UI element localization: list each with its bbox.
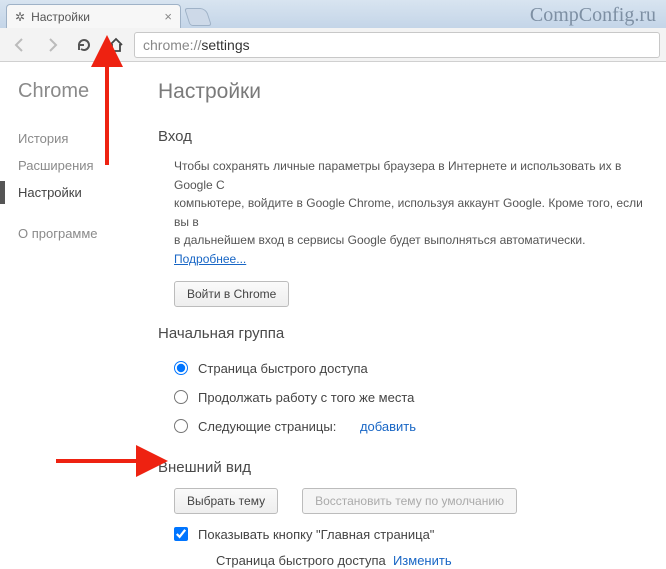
- home-subrow: Страница быстрого доступа Изменить: [174, 553, 656, 568]
- new-tab-button[interactable]: [184, 8, 212, 26]
- show-home-checkbox[interactable]: [174, 527, 188, 541]
- show-home-option[interactable]: Показывать кнопку "Главная страница": [174, 520, 656, 549]
- sidebar-item-settings[interactable]: Настройки: [18, 179, 130, 206]
- startup-option-newtab[interactable]: Страница быстрого доступа: [174, 354, 656, 383]
- startup-option-continue[interactable]: Продолжать работу с того же места: [174, 383, 656, 412]
- brand: Chrome: [18, 80, 130, 103]
- back-button[interactable]: [6, 32, 34, 58]
- url-prefix: chrome://: [143, 37, 201, 53]
- reload-button[interactable]: [70, 32, 98, 58]
- signin-heading: Вход: [158, 128, 656, 145]
- sidebar-item-about[interactable]: О программе: [18, 220, 130, 247]
- reset-theme-button: Восстановить тему по умолчанию: [302, 488, 517, 514]
- address-bar[interactable]: chrome://settings: [134, 32, 660, 58]
- appearance-options: Показывать кнопку "Главная страница" Стр…: [158, 520, 656, 569]
- signin-more-link[interactable]: Подробнее...: [174, 252, 246, 266]
- sidebar-item-history[interactable]: История: [18, 125, 130, 152]
- sidebar-item-extensions[interactable]: Расширения: [18, 152, 130, 179]
- page-title: Настройки: [158, 80, 656, 104]
- toolbar: chrome://settings: [0, 28, 666, 62]
- home-button[interactable]: [102, 32, 130, 58]
- startup-heading: Начальная группа: [158, 325, 656, 342]
- appearance-heading: Внешний вид: [158, 459, 656, 476]
- url-path: settings: [201, 37, 249, 53]
- startup-radio-newtab[interactable]: [174, 361, 188, 375]
- home-change-link[interactable]: Изменить: [393, 553, 452, 569]
- tab-title: Настройки: [31, 10, 90, 24]
- signin-button[interactable]: Войти в Chrome: [174, 281, 289, 307]
- startup-radio-continue[interactable]: [174, 390, 188, 404]
- startup-add-link[interactable]: добавить: [360, 419, 416, 434]
- startup-radio-pages[interactable]: [174, 419, 188, 433]
- signin-description: Чтобы сохранять личные параметры браузер…: [158, 157, 656, 269]
- startup-option-pages[interactable]: Следующие страницы: добавить: [174, 412, 656, 441]
- startup-options: Страница быстрого доступа Продолжать раб…: [158, 354, 656, 441]
- close-icon[interactable]: ×: [164, 9, 172, 24]
- tab-strip: ✲ Настройки ×: [0, 0, 666, 28]
- sidebar: Chrome История Расширения Настройки О пр…: [0, 62, 130, 569]
- choose-theme-button[interactable]: Выбрать тему: [174, 488, 278, 514]
- forward-button[interactable]: [38, 32, 66, 58]
- tab-settings[interactable]: ✲ Настройки ×: [6, 4, 181, 28]
- content: Chrome История Расширения Настройки О пр…: [0, 62, 666, 569]
- main: Настройки Вход Чтобы сохранять личные па…: [130, 62, 666, 569]
- gear-icon: ✲: [15, 10, 25, 24]
